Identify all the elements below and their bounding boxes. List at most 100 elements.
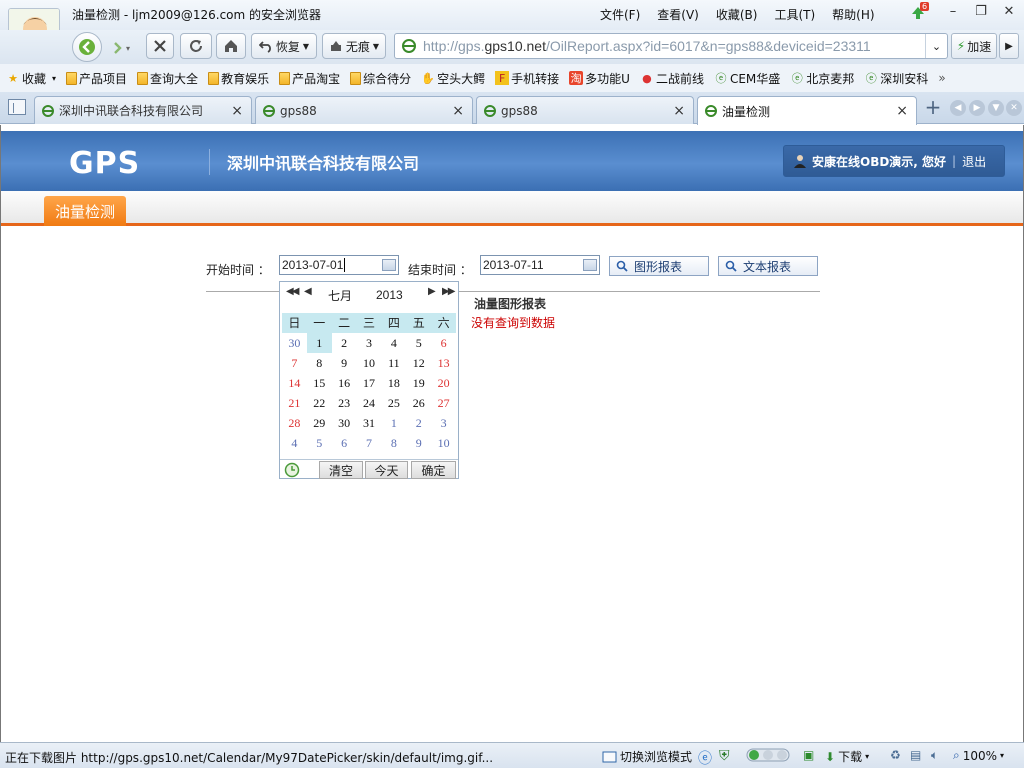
extension-icon[interactable]: ▣ [803, 748, 814, 762]
prev-year-icon[interactable]: ◀◀ [286, 286, 299, 297]
calendar-day[interactable]: 17 [357, 373, 382, 393]
bookmark-link[interactable]: F 手机转接 [495, 70, 559, 87]
sidebar-toggle-icon[interactable] [8, 99, 26, 115]
calendar-day[interactable]: 16 [332, 373, 357, 393]
today-button[interactable]: 今天 [365, 461, 408, 479]
volume-icon[interactable]: 🔈︎ [931, 748, 938, 763]
recycle-icon[interactable]: ♻ [890, 748, 901, 762]
close-window-button[interactable]: ✕ [1002, 4, 1016, 20]
graph-report-button[interactable]: 图形报表 [609, 256, 709, 276]
tab-close-all-icon[interactable]: ✕ [1006, 100, 1022, 116]
ie-icon[interactable]: ⓔ [698, 748, 712, 768]
bookmark-link[interactable]: ⓔ 深圳安科 [864, 70, 929, 87]
calendar-day[interactable]: 25 [381, 393, 406, 413]
calendar-day[interactable]: 28 [282, 413, 307, 433]
close-tab-icon[interactable]: × [673, 103, 685, 119]
clear-button[interactable]: 清空 [319, 461, 363, 479]
calendar-day[interactable]: 27 [431, 393, 456, 413]
calendar-day[interactable]: 22 [307, 393, 332, 413]
bookmark-folder[interactable]: 产品项目 [66, 70, 127, 87]
calendar-day[interactable]: 7 [282, 353, 307, 373]
minimize-button[interactable]: – [946, 4, 960, 20]
clock-icon[interactable] [284, 462, 300, 478]
calendar-day[interactable]: 9 [332, 353, 357, 373]
calendar-day[interactable]: 15 [307, 373, 332, 393]
calendar-icon[interactable] [583, 259, 597, 271]
calendar-day[interactable]: 29 [307, 413, 332, 433]
calendar-day[interactable]: 5 [406, 333, 431, 353]
address-dropdown-button[interactable]: ⌄ [925, 34, 947, 58]
back-button[interactable] [72, 32, 102, 62]
calendar-day[interactable]: 23 [332, 393, 357, 413]
bookmark-favorites[interactable]: ★ 收藏 ▾ [6, 70, 56, 87]
screenshot-icon[interactable]: ▤ [910, 748, 921, 762]
calendar-day[interactable]: 10 [431, 433, 456, 453]
speedup-button[interactable]: ⚡ 加速 [951, 33, 997, 59]
shield-icon[interactable]: ⛨ [719, 748, 730, 764]
maximize-button[interactable]: ❐ [974, 4, 988, 20]
bookmarks-more-button[interactable]: » [938, 71, 945, 85]
bookmark-link[interactable]: ⓔ CEM华盛 [714, 70, 780, 87]
calendar-day[interactable]: 30 [332, 413, 357, 433]
calendar-day[interactable]: 8 [381, 433, 406, 453]
menu-view[interactable]: 查看(V) [657, 6, 699, 23]
toggle-switch-icon[interactable] [746, 748, 790, 762]
calendar-day[interactable]: 30 [282, 333, 307, 353]
close-tab-icon[interactable]: × [231, 103, 243, 119]
menu-tools[interactable]: 工具(T) [774, 6, 815, 23]
prev-month-icon[interactable]: ◀ [304, 286, 312, 297]
calendar-day[interactable]: 14 [282, 373, 307, 393]
bookmark-link[interactable]: ✋ 空头大鳄 [421, 70, 485, 87]
go-button[interactable]: ▶ [999, 33, 1019, 59]
calendar-day[interactable]: 12 [406, 353, 431, 373]
calendar-day[interactable]: 3 [357, 333, 382, 353]
new-tab-button[interactable]: + [922, 97, 944, 119]
calendar-day[interactable]: 8 [307, 353, 332, 373]
zoom-control[interactable]: ⌕ 100% ▾ [953, 748, 1004, 763]
start-time-input[interactable]: 2013-07-01 [279, 255, 399, 275]
menu-file[interactable]: 文件(F) [600, 6, 640, 23]
calendar-day[interactable]: 1 [381, 413, 406, 433]
forward-button[interactable]: ▾ [106, 34, 134, 62]
bookmark-link[interactable]: 淘多功能U [569, 70, 630, 87]
tab-oil-detection[interactable]: 油量检测 × [697, 96, 917, 125]
calendar-day[interactable]: 6 [431, 333, 456, 353]
calendar-day[interactable]: 24 [357, 393, 382, 413]
restore-button[interactable]: 恢复 ▼ [251, 33, 317, 59]
calendar-day[interactable]: 2 [406, 413, 431, 433]
stop-button[interactable] [146, 33, 174, 59]
calendar-icon[interactable] [382, 259, 396, 271]
address-bar[interactable]: http://gps.gps10.net/OilReport.aspx?id=6… [394, 33, 948, 59]
calendar-day[interactable]: 11 [381, 353, 406, 373]
text-report-button[interactable]: 文本报表 [718, 256, 818, 276]
calendar-day[interactable]: 10 [357, 353, 382, 373]
calendar-day[interactable]: 31 [357, 413, 382, 433]
bookmark-folder[interactable]: 教育娱乐 [208, 70, 269, 87]
tab-scroll-right-icon[interactable]: ▶ [969, 100, 985, 116]
tab-list-icon[interactable]: ▼ [988, 100, 1004, 116]
tab-gps88[interactable]: gps88 × [255, 96, 473, 124]
next-month-icon[interactable]: ▶ [428, 286, 436, 297]
menu-favorites[interactable]: 收藏(B) [716, 6, 758, 23]
menu-help[interactable]: 帮助(H) [832, 6, 874, 23]
tab-oil-detection-module[interactable]: 油量检测 [44, 196, 126, 226]
calendar-day[interactable]: 21 [282, 393, 307, 413]
bookmark-link[interactable]: ⓔ 北京麦邦 [790, 70, 855, 87]
calendar-day[interactable]: 7 [357, 433, 382, 453]
bookmark-folder[interactable]: 产品淘宝 [279, 70, 340, 87]
calendar-day[interactable]: 1 [306, 333, 332, 353]
calendar-day[interactable]: 13 [431, 353, 456, 373]
bookmark-link[interactable]: ● 二战前线 [640, 70, 704, 87]
tab-scroll-left-icon[interactable]: ◀ [950, 100, 966, 116]
tab-gps88[interactable]: gps88 × [476, 96, 694, 124]
notrace-button[interactable]: 无痕 ▼ [322, 33, 386, 59]
end-time-input[interactable]: 2013-07-11 [480, 255, 600, 275]
calendar-day[interactable]: 19 [406, 373, 431, 393]
next-year-icon[interactable]: ▶▶ [442, 286, 455, 297]
calendar-day[interactable]: 4 [381, 333, 406, 353]
home-button[interactable] [216, 33, 246, 59]
calendar-day[interactable]: 5 [307, 433, 332, 453]
bookmark-folder[interactable]: 查询大全 [137, 70, 198, 87]
close-tab-icon[interactable]: × [452, 103, 464, 119]
calendar-day[interactable]: 2 [332, 333, 357, 353]
